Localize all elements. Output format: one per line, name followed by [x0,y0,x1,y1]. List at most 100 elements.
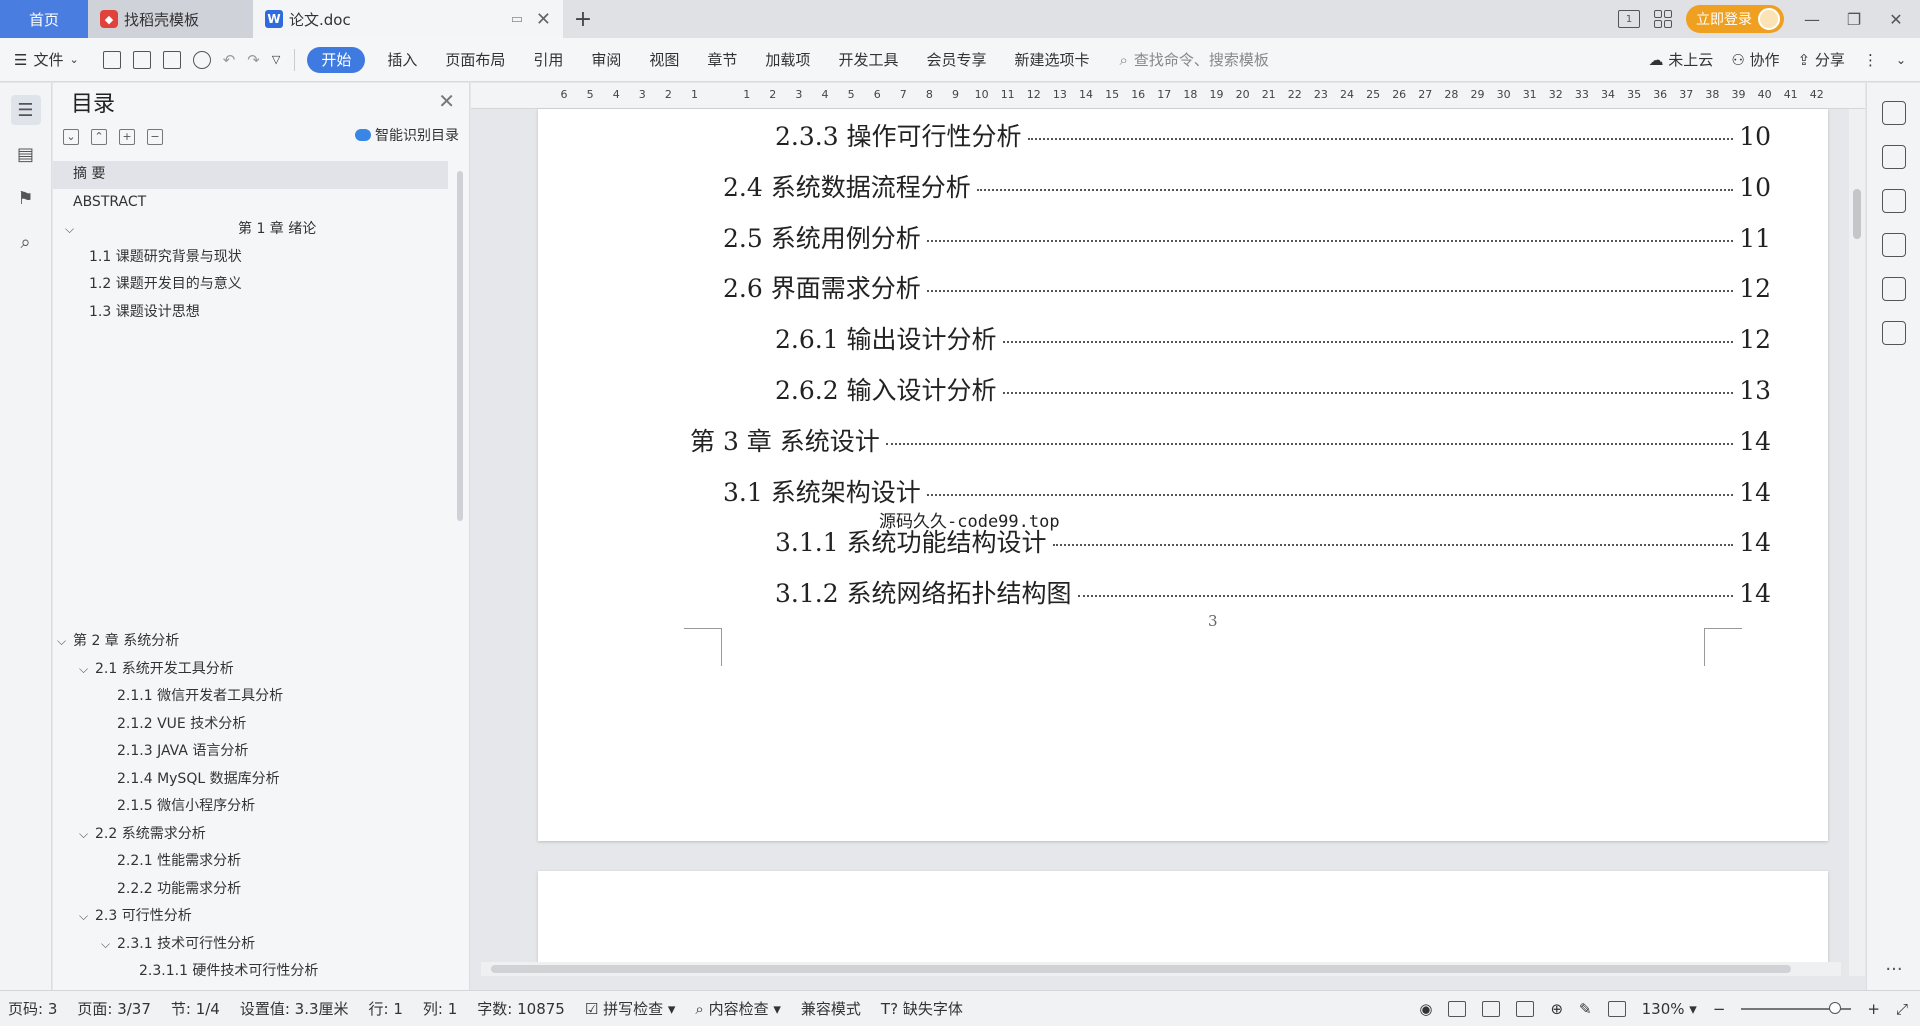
collapse-all-icon[interactable]: ⌃ [91,129,107,145]
toc-icon[interactable]: ☰ [10,95,41,125]
toc-line[interactable]: 2.5 系统用例分析 11 [723,219,1771,255]
add-heading-icon[interactable]: + [119,129,135,145]
collapse-ribbon-icon[interactable]: ⌄ [1896,53,1906,67]
print-preview-icon[interactable] [192,50,211,69]
tab-developer[interactable]: 开发工具 [824,49,912,70]
command-search[interactable]: ⌕ 查找命令、搜索模板 [1119,49,1268,70]
save-icon[interactable] [102,50,121,69]
bookmark-icon[interactable]: ⚑ [11,183,41,213]
page-count[interactable]: 页面: 3/37 [77,998,151,1019]
tab-home-ribbon[interactable]: 开始 [307,46,366,73]
web-view-icon[interactable]: ⊕ [1550,1000,1563,1018]
close-window-icon[interactable]: ✕ [1882,10,1910,29]
word-count[interactable]: 字数: 10875 [477,998,565,1019]
toc-item[interactable]: 1.3 课题设计思想 [53,299,448,327]
scroll-thumb-h[interactable] [491,965,1791,973]
smart-toc-button[interactable]: 智能识别目录 [355,125,459,145]
chapter-icon[interactable]: ▤ [11,139,41,169]
lightning-icon[interactable] [1881,277,1906,301]
zoom-out-icon[interactable]: − [1713,1000,1726,1018]
spell-check-button[interactable]: ☑ 拼写检查 ▾ [585,998,676,1019]
close-tab-icon[interactable]: ✕ [536,9,551,30]
toc-item[interactable]: 2.2.1 性能需求分析 [53,848,448,876]
more-icon[interactable]: ⋮ [1863,51,1878,69]
toc-line[interactable]: 第 3 章 系统设计 14 [690,422,1771,458]
toc-item[interactable]: 1.1 课题研究背景与现状 [53,244,448,272]
toc-line[interactable]: 2.3.3 操作可行性分析 10 [775,117,1771,153]
collab-button[interactable]: ⚇ 协作 [1731,49,1779,70]
tab-review[interactable]: 审阅 [577,49,635,70]
edit-pen-icon[interactable] [1881,101,1906,125]
tab-new[interactable]: 新建选项卡 [1000,49,1103,70]
chevron-down-icon[interactable]: ⌵ [101,931,110,959]
tab-home[interactable]: 首页 [0,0,88,38]
tab-references[interactable]: 引用 [519,49,577,70]
setting-value[interactable]: 设置值: 3.3厘米 [240,998,349,1019]
scroll-thumb[interactable] [1853,189,1861,239]
toc-item[interactable]: ⌵ 第 2 章 系统分析 [53,628,448,656]
toc-line[interactable]: 3.1 系统架构设计 14 [723,473,1771,509]
book-icon[interactable] [1881,321,1906,345]
toc-item[interactable]: ⌵ 2.3 可行性分析 [53,903,448,931]
chevron-down-icon[interactable]: ⌵ [79,821,88,849]
toc-line[interactable]: 2.6.2 输入设计分析 13 [775,371,1771,407]
toc-item[interactable]: ⌵ 第 1 章 绪论 [53,216,448,244]
chevron-down-icon[interactable]: ⌵ [79,656,88,684]
toc-item[interactable]: ⌵ 2.1 系统开发工具分析 [53,656,448,684]
image-icon[interactable] [1881,233,1906,257]
share-button[interactable]: ⇪ 分享 [1798,49,1845,70]
toc-item[interactable]: 摘 要 [53,161,448,189]
adjust-icon[interactable] [1881,189,1906,213]
expand-all-icon[interactable]: ⌄ [63,129,79,145]
pen-icon[interactable]: ✎ [1579,1000,1592,1018]
zoom-in-icon[interactable]: + [1867,1000,1880,1018]
toc-item[interactable]: 2.1.5 微信小程序分析 [53,793,448,821]
toc-line[interactable]: 3.1.2 系统网络拓扑结构图 14 [775,574,1771,610]
toc-line[interactable]: 2.6.1 输出设计分析 12 [775,320,1771,356]
toc-item[interactable]: 2.1.3 JAVA 语言分析 [53,738,448,766]
tab-page-layout[interactable]: 页面布局 [431,49,519,70]
zoom-slider[interactable] [1741,1001,1852,1014]
cloud-button[interactable]: ☁ 未上云 [1649,49,1714,70]
toc-line[interactable]: 2.6 界面需求分析 12 [723,269,1771,305]
search-icon[interactable]: ⌕ [11,227,41,257]
section-info[interactable]: 节: 1/4 [171,998,220,1019]
toc-item[interactable]: 1.2 课题开发目的与意义 [53,271,448,299]
vertical-scrollbar[interactable] [1849,109,1865,976]
toc-item[interactable]: 2.1.2 VUE 技术分析 [53,711,448,739]
login-button[interactable]: 立即登录 [1686,5,1784,33]
tab-insert[interactable]: 插入 [373,49,431,70]
content-check-button[interactable]: ⌕ 内容检查 ▾ [695,998,781,1019]
eye-protect-icon[interactable]: ◉ [1419,1000,1432,1018]
more-icon[interactable]: ··· [1867,959,1920,980]
tab-addins[interactable]: 加载项 [751,49,824,70]
outline-view-icon[interactable] [1482,1000,1501,1017]
tab-member[interactable]: 会员专享 [912,49,1000,70]
toc-item[interactable]: 2.1.1 微信开发者工具分析 [53,683,448,711]
document-page-next[interactable]: 3.2 系统功能模块图15 [538,871,1828,976]
fullscreen-icon[interactable]: ⤢ [1896,1000,1908,1018]
toc-line[interactable]: 2.4 系统数据流程分析 10 [723,168,1771,204]
chevron-down-icon[interactable]: ⌵ [79,903,88,931]
chevron-down-icon[interactable]: ⌵ [57,628,66,656]
chevron-down-icon[interactable]: ⌵ [65,216,74,244]
new-tab-button[interactable]: + [563,0,603,38]
document-page[interactable]: 2.3.3 操作可行性分析 10 2.4 系统数据流程分析 10 2.5 系统用例分析 1… [538,109,1828,841]
tab-chapter[interactable]: 章节 [693,49,751,70]
redo-icon[interactable]: ↷ [247,51,260,69]
tab-document[interactable]: W 论文.doc ▭ ✕ [253,0,563,38]
layout-icon[interactable]: 1 [1618,10,1640,28]
zoom-slider-handle[interactable] [1829,1001,1842,1014]
tab-template[interactable]: ◆ 找稻壳模板 [88,0,253,38]
restore-icon[interactable]: ❐ [1840,10,1868,29]
apps-grid-icon[interactable] [1654,10,1672,28]
export-pdf-icon[interactable] [132,50,151,69]
toc-item[interactable]: 2.3.1.1 硬件技术可行性分析 [53,958,448,986]
horizontal-ruler[interactable]: 6 5 4 3 2 1 1 2 3 4 5 6 7 8 9 10 11 12 13 14 15 16 17 18 19 20 21 2… [471,83,1865,109]
close-icon[interactable]: ✕ [438,89,455,113]
toc-item[interactable]: ⌵ 2.2 系统需求分析 [53,821,448,849]
customize-dropdown-icon[interactable]: ▽ [272,53,280,66]
print-icon[interactable] [162,50,181,69]
reading-view-icon[interactable] [1516,1000,1535,1017]
page-code[interactable]: 页码: 3 [8,998,57,1019]
